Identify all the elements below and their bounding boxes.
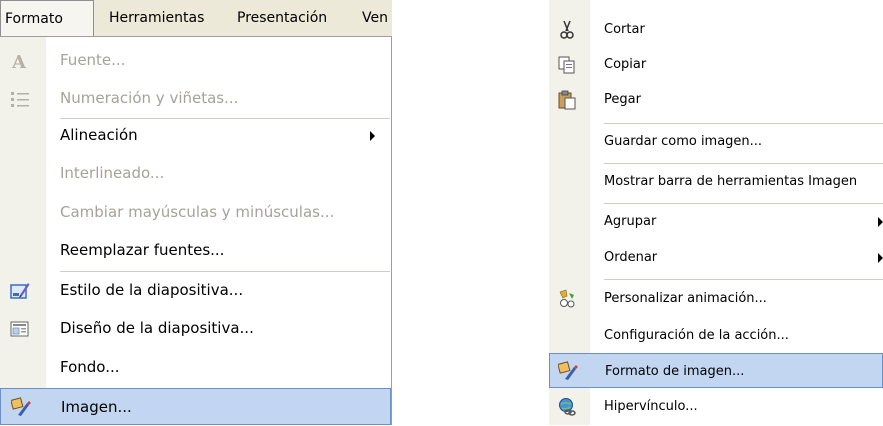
bullets-icon	[10, 89, 30, 109]
menu-item-label: Formato de imagen...	[605, 364, 745, 379]
menubar-presentacion-label: Presentación	[237, 10, 328, 26]
menu-item-label: Mostrar barra de herramientas Imagen	[604, 174, 858, 189]
menubar-herramientas[interactable]: Herramientas	[109, 0, 227, 36]
menu-item-label: Guardar como imagen...	[604, 134, 763, 149]
format-picture-icon	[557, 361, 578, 381]
menu-item-label: Diseño de la diapositiva...	[60, 319, 254, 337]
menu-item-label: Hipervínculo...	[604, 399, 698, 414]
slide-style-icon	[10, 281, 30, 301]
menu-item-reemplazar-fuentes[interactable]: Reemplazar fuentes...	[0, 231, 391, 270]
menu-border	[391, 36, 392, 425]
menu-item-alineacion[interactable]: Alineación	[0, 116, 391, 155]
context-menu-panel: Cortar Copiar Pegar Guardar como imagen.…	[549, 0, 883, 425]
menu-item-configuracion-accion[interactable]: Configuración de la acción...	[549, 318, 883, 354]
menu-item-label: Cambiar mayúsculas y minúsculas...	[60, 203, 335, 221]
menu-item-diseno-diapositiva[interactable]: Diseño de la diapositiva...	[0, 309, 391, 348]
menu-item-fuente[interactable]: A Fuente...	[0, 41, 391, 80]
menu-item-cortar[interactable]: Cortar	[549, 12, 883, 48]
menubar: Formato Herramientas Presentación Ven	[0, 0, 392, 37]
menu-item-label: Interlineado...	[60, 164, 165, 182]
custom-animation-icon	[557, 289, 577, 309]
menu-item-label: Numeración y viñetas...	[60, 89, 239, 107]
hyperlink-icon	[557, 397, 577, 417]
menu-item-label: Reemplazar fuentes...	[60, 241, 225, 259]
paste-icon	[557, 90, 577, 110]
submenu-arrow-icon	[370, 131, 375, 141]
menubar-ver[interactable]: Ven	[362, 0, 392, 36]
menu-item-hipervinculo[interactable]: Hipervínculo...	[549, 389, 883, 425]
menu-item-label: Personalizar animación...	[604, 291, 767, 306]
copy-icon	[557, 55, 577, 75]
menu-item-label: Fuente...	[60, 51, 126, 69]
format-picture-icon	[10, 397, 31, 417]
menu-item-label: Cortar	[604, 22, 645, 37]
menu-item-label: Copiar	[604, 57, 647, 72]
menu-item-label: Alineación	[60, 126, 138, 144]
submenu-arrow-icon	[878, 217, 883, 227]
menubar-formato-label: Formato	[5, 11, 63, 27]
formato-menu-panel: Formato Herramientas Presentación Ven A …	[0, 0, 392, 425]
menu-item-label: Pegar	[604, 92, 641, 107]
submenu-arrow-icon	[878, 253, 883, 263]
menu-item-ordenar[interactable]: Ordenar	[549, 240, 883, 276]
menu-item-numeracion[interactable]: Numeración y viñetas...	[0, 79, 391, 118]
menu-item-label: Imagen...	[61, 398, 132, 416]
menu-item-guardar-como-imagen[interactable]: Guardar como imagen...	[549, 124, 883, 160]
svg-text:A: A	[11, 52, 27, 71]
menu-item-formato-imagen[interactable]: Formato de imagen...	[549, 353, 883, 388]
menu-item-pegar[interactable]: Pegar	[549, 82, 883, 118]
scissors-icon	[557, 20, 577, 40]
menu-item-fondo[interactable]: Fondo...	[0, 348, 391, 387]
menu-item-interlineado[interactable]: Interlineado...	[0, 154, 391, 193]
menu-item-agrupar[interactable]: Agrupar	[549, 204, 883, 240]
slide-layout-icon	[10, 319, 30, 339]
menu-separator	[604, 279, 883, 280]
menu-item-cambiar-mayusculas[interactable]: Cambiar mayúsculas y minúsculas...	[0, 193, 391, 232]
menu-item-personalizar-animacion[interactable]: Personalizar animación...	[549, 281, 883, 317]
menu-item-estilo-diapositiva[interactable]: Estilo de la diapositiva...	[0, 271, 391, 310]
menubar-ver-label: Ven	[362, 10, 388, 26]
menu-item-mostrar-barra[interactable]: Mostrar barra de herramientas Imagen	[549, 164, 883, 200]
menu-item-label: Ordenar	[604, 250, 658, 265]
menu-item-label: Agrupar	[604, 214, 657, 229]
menubar-presentacion[interactable]: Presentación	[237, 0, 352, 36]
menubar-herramientas-label: Herramientas	[109, 10, 205, 26]
font-A-icon: A	[10, 51, 30, 73]
menu-item-label: Fondo...	[60, 358, 120, 376]
menubar-formato[interactable]: Formato	[0, 0, 94, 36]
menu-item-label: Estilo de la diapositiva...	[60, 281, 244, 299]
menu-item-imagen[interactable]: Imagen...	[0, 388, 391, 425]
menu-item-label: Configuración de la acción...	[604, 328, 789, 343]
menu-item-copiar[interactable]: Copiar	[549, 47, 883, 83]
